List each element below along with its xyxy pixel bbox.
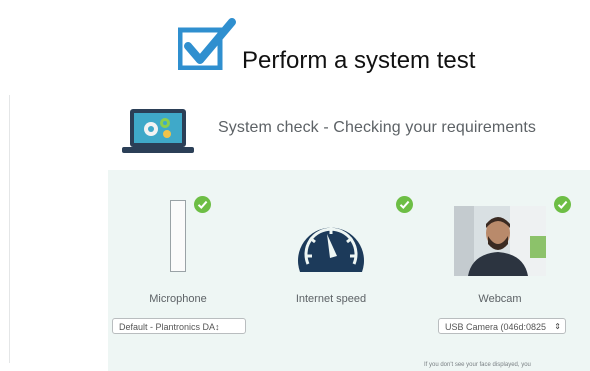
system-check-title: System check - Checking your requirement… bbox=[218, 119, 536, 136]
webcam-select[interactable]: USB Camera (046d:0825 ⇕ bbox=[438, 318, 566, 334]
webcam-preview bbox=[454, 206, 546, 276]
select-arrows-icon: ⇕ bbox=[554, 322, 561, 331]
check-circle-icon bbox=[194, 196, 211, 213]
speedometer-icon bbox=[298, 227, 364, 272]
laptop-gears-icon bbox=[122, 109, 194, 153]
checkbox-checked-icon bbox=[178, 18, 236, 70]
check-circle-icon bbox=[554, 196, 571, 213]
page-header: Perform a system test bbox=[0, 0, 590, 90]
page-title: Perform a system test bbox=[242, 47, 476, 74]
system-check-header: System check - Checking your requirement… bbox=[108, 100, 588, 160]
system-test-page: Perform a system test System check - Che… bbox=[0, 0, 590, 371]
internet-speed-label: Internet speed bbox=[295, 293, 367, 305]
requirements-panel: Microphone Default - Plantronics DA↕ Int… bbox=[108, 170, 590, 371]
microphone-level-meter bbox=[170, 200, 186, 272]
divider bbox=[9, 95, 10, 363]
check-circle-icon bbox=[396, 196, 413, 213]
webcam-select-value: USB Camera (046d:0825 bbox=[445, 322, 547, 332]
microphone-select-value: Default - Plantronics DA↕ bbox=[119, 322, 220, 332]
webcam-label: Webcam bbox=[478, 293, 522, 305]
webcam-help-text: If you don't see your face displayed, yo… bbox=[424, 362, 531, 368]
microphone-select[interactable]: Default - Plantronics DA↕ bbox=[112, 318, 246, 334]
microphone-label: Microphone bbox=[149, 293, 207, 305]
